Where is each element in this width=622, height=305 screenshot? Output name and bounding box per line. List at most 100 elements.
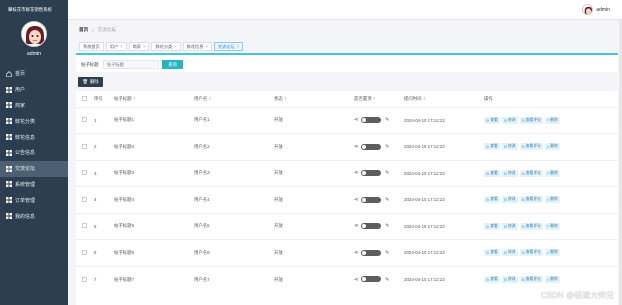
- tab-5[interactable]: 交流论坛 ×: [213, 42, 244, 51]
- view-comments-button[interactable]: ⊙ 查看评论: [519, 222, 543, 230]
- search-button[interactable]: 查询: [162, 60, 183, 69]
- search-input[interactable]: [103, 60, 159, 69]
- tab-label: 鲜花分类: [155, 43, 173, 49]
- sidebar-item-7[interactable]: 系统管理: [0, 177, 68, 193]
- select-all-checkbox[interactable]: [82, 95, 87, 101]
- tab-4[interactable]: 鲜花信息 ×: [182, 42, 212, 51]
- tab-2[interactable]: 商家 ×: [128, 42, 150, 51]
- pin-toggle[interactable]: [361, 196, 382, 203]
- edit-icon[interactable]: ✎: [385, 117, 389, 123]
- view-button[interactable]: ⊙ 查看: [484, 249, 500, 257]
- sidebar-item-6[interactable]: 交流论坛: [0, 160, 68, 177]
- row-checkbox[interactable]: [82, 223, 87, 229]
- delete-button[interactable]: × 删除: [544, 143, 560, 151]
- view-button[interactable]: ⊙ 查看: [484, 222, 500, 230]
- delete-button[interactable]: × 删除: [544, 276, 560, 283]
- sort-icon[interactable]: ⇕: [373, 96, 377, 101]
- view-comments-button[interactable]: ⊙ 查看评论: [519, 249, 543, 257]
- row-checkbox[interactable]: [82, 276, 87, 282]
- header-avatar[interactable]: [582, 4, 594, 15]
- view-button[interactable]: ⊙ 查看: [484, 143, 500, 151]
- row-checkbox[interactable]: [82, 117, 87, 123]
- share-icon[interactable]: ⋖: [354, 144, 358, 150]
- view-button[interactable]: ⊙ 查看: [484, 169, 500, 177]
- view-comments-button[interactable]: ⊙ 查看评论: [519, 276, 543, 283]
- row-checkbox[interactable]: [82, 143, 87, 149]
- edit-button[interactable]: ⊙ 修改: [501, 276, 518, 283]
- edit-button[interactable]: ⊙ 修改: [501, 143, 518, 151]
- sidebar-item-9[interactable]: 我的信息: [0, 208, 68, 224]
- header-user[interactable]: 用户名⇕: [194, 91, 274, 107]
- pin-toggle[interactable]: [361, 276, 382, 283]
- sidebar-item-0[interactable]: 首页: [0, 66, 68, 82]
- data-table: 序号 帖子标题⇕ 用户名⇕ 状态⇕ 是否置顶⇕ 提问时间⇕ 操作 1 帖子标题1 用…: [76, 91, 618, 305]
- sidebar-item-3[interactable]: 鲜花分类: [0, 113, 68, 129]
- sidebar-item-5[interactable]: 公告信息: [0, 145, 68, 161]
- view-icon: ⊙: [486, 171, 490, 176]
- batch-delete-button[interactable]: 🗑 删除: [78, 77, 103, 87]
- header-pinned[interactable]: 是否置顶⇕: [354, 91, 404, 107]
- share-icon[interactable]: ⋖: [354, 197, 358, 203]
- header-time[interactable]: 提问时间⇕: [404, 91, 484, 107]
- close-icon[interactable]: ×: [205, 44, 207, 49]
- edit-button[interactable]: ⊙ 修改: [501, 169, 518, 177]
- breadcrumb-home[interactable]: 首页: [79, 27, 88, 33]
- view-button[interactable]: ⊙ 查看: [484, 276, 500, 283]
- sort-icon[interactable]: ⇕: [133, 96, 137, 101]
- edit-icon[interactable]: ✎: [385, 223, 389, 229]
- header-username[interactable]: admin: [596, 7, 610, 13]
- close-icon[interactable]: ×: [143, 44, 145, 49]
- delete-button[interactable]: × 删除: [544, 222, 560, 230]
- view-icon: ⊙: [486, 118, 490, 123]
- user-menu[interactable]: admin: [582, 4, 610, 15]
- delete-button[interactable]: × 删除: [544, 116, 560, 124]
- share-icon[interactable]: ⋖: [354, 117, 358, 123]
- edit-button[interactable]: ⊙ 修改: [501, 222, 518, 230]
- view-button[interactable]: ⊙ 查看: [484, 116, 500, 124]
- tab-0[interactable]: 系统首页: [79, 42, 104, 51]
- view-comments-button[interactable]: ⊙ 查看评论: [519, 116, 543, 124]
- header-status[interactable]: 状态⇕: [274, 91, 354, 107]
- edit-icon[interactable]: ✎: [385, 197, 389, 203]
- edit-icon[interactable]: ✎: [385, 250, 389, 256]
- sidebar-item-8[interactable]: 订单管理: [0, 192, 68, 208]
- row-checkbox[interactable]: [82, 249, 87, 255]
- sidebar-item-1[interactable]: 用户: [0, 82, 68, 98]
- pin-toggle[interactable]: [361, 170, 382, 177]
- pin-toggle[interactable]: [361, 117, 382, 124]
- edit-button[interactable]: ⊙ 修改: [501, 116, 518, 124]
- share-icon[interactable]: ⋖: [354, 170, 358, 176]
- edit-icon[interactable]: ✎: [385, 170, 389, 176]
- row-checkbox[interactable]: [82, 170, 87, 176]
- view-button[interactable]: ⊙ 查看: [484, 196, 500, 204]
- sort-icon[interactable]: ⇕: [423, 96, 427, 101]
- header-title[interactable]: 帖子标题⇕: [114, 91, 194, 107]
- sidebar-item-2[interactable]: 商家: [0, 98, 68, 114]
- sidebar-item-4[interactable]: 鲜花信息: [0, 129, 68, 145]
- close-icon[interactable]: ×: [237, 44, 239, 49]
- share-icon[interactable]: ⋖: [354, 223, 358, 229]
- close-icon[interactable]: ×: [120, 44, 122, 49]
- view-comments-button[interactable]: ⊙ 查看评论: [519, 143, 543, 151]
- share-icon[interactable]: ⋖: [354, 250, 358, 256]
- tab-1[interactable]: 用户 ×: [105, 42, 127, 51]
- delete-button[interactable]: × 删除: [544, 169, 560, 177]
- pin-toggle[interactable]: [361, 249, 382, 256]
- delete-button[interactable]: × 删除: [544, 196, 560, 204]
- row-checkbox[interactable]: [82, 196, 87, 202]
- pin-toggle[interactable]: [361, 223, 382, 230]
- edit-button[interactable]: ⊙ 修改: [501, 249, 518, 257]
- close-icon[interactable]: ×: [174, 44, 176, 49]
- sort-icon[interactable]: ⇕: [208, 96, 212, 101]
- pin-toggle[interactable]: [361, 143, 382, 150]
- view-comments-button[interactable]: ⊙ 查看评论: [519, 169, 543, 177]
- view-comments-button[interactable]: ⊙ 查看评论: [519, 196, 543, 204]
- sidebar-item-label: 首页: [15, 71, 26, 78]
- edit-button[interactable]: ⊙ 修改: [501, 196, 518, 204]
- delete-button[interactable]: × 删除: [544, 249, 560, 257]
- edit-icon[interactable]: ✎: [385, 277, 389, 283]
- edit-icon[interactable]: ✎: [385, 144, 389, 150]
- share-icon[interactable]: ⋖: [354, 277, 358, 283]
- sort-icon[interactable]: ⇕: [284, 96, 288, 101]
- tab-3[interactable]: 鲜花分类 ×: [151, 42, 181, 51]
